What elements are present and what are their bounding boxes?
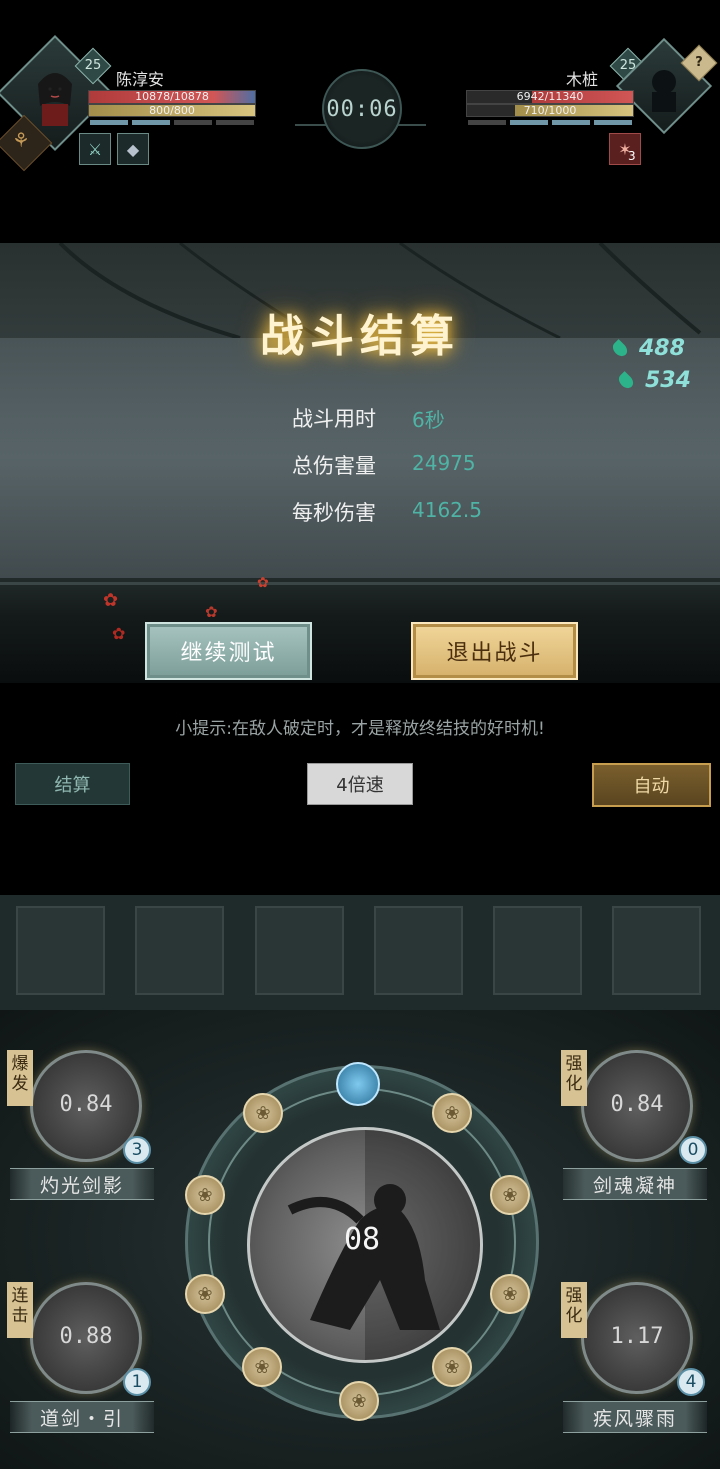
skill-3-count: 1 bbox=[123, 1368, 151, 1396]
player-hp-text: 10878/10878 bbox=[135, 90, 209, 103]
item-slot[interactable] bbox=[16, 906, 105, 995]
skill-3-tag: 连击 bbox=[7, 1282, 33, 1338]
ground-line bbox=[0, 582, 720, 585]
item-slot[interactable] bbox=[493, 906, 582, 995]
settle-button[interactable]: 结算 bbox=[15, 763, 130, 805]
item-slot[interactable] bbox=[374, 906, 463, 995]
stat-label-damage: 总伤害量 bbox=[292, 454, 376, 478]
continue-test-button[interactable]: 继续测试 bbox=[145, 622, 312, 680]
item-slot[interactable] bbox=[135, 906, 224, 995]
enemy-mp-bar: 710/1000 bbox=[466, 104, 634, 117]
skill-2-count: 0 bbox=[679, 1136, 707, 1164]
speed-button[interactable]: 4倍速 bbox=[307, 763, 413, 805]
energy-node: ❀ bbox=[243, 1093, 283, 1133]
sect-emblem-glyph: ⚘ bbox=[12, 128, 30, 152]
stat-value-time: 6秒 bbox=[412, 408, 445, 432]
skill-2-cooldown: 0.84 bbox=[610, 1092, 664, 1117]
skill-2-tag: 强化 bbox=[561, 1050, 587, 1106]
ultimate-cooldown: 08 bbox=[343, 1222, 381, 1257]
maple-leaf-icon: ✿ bbox=[112, 624, 126, 643]
maple-debuff-icon[interactable]: ✶ bbox=[609, 133, 641, 165]
enemy-name: 木桩 bbox=[566, 70, 599, 89]
enemy-hp-text: 6942/11340 bbox=[516, 90, 584, 103]
skill-4-name: 疾风骤雨 bbox=[563, 1401, 707, 1433]
skill-4-tag: 强化 bbox=[561, 1282, 587, 1338]
resource-count-1: 488 bbox=[639, 336, 685, 361]
skill-3-cooldown: 0.88 bbox=[59, 1324, 113, 1349]
player-level: 25 bbox=[84, 58, 102, 73]
battle-timer: 00:06 bbox=[322, 69, 402, 149]
auto-button[interactable]: 自动 bbox=[592, 763, 711, 807]
stat-value-damage: 24975 bbox=[412, 451, 476, 475]
player-mp-text: 800/800 bbox=[149, 104, 195, 117]
question-icon: ? bbox=[695, 55, 703, 70]
player-name: 陈淳安 bbox=[116, 70, 165, 89]
player-hp-bar: 10878/10878 bbox=[88, 90, 256, 104]
enemy-hp-bar: 6942/11340 bbox=[466, 90, 634, 104]
energy-node: ❀ bbox=[432, 1347, 472, 1387]
skill-1-count: 3 bbox=[123, 1136, 151, 1164]
stone-buff-icon[interactable]: ◆ bbox=[117, 133, 149, 165]
skill-2-name: 剑魂凝神 bbox=[563, 1168, 707, 1200]
player-energy-segments bbox=[90, 120, 254, 125]
energy-node: ❀ bbox=[490, 1175, 530, 1215]
player-mp-bar: 800/800 bbox=[88, 104, 256, 117]
maple-leaf-icon: ✿ bbox=[257, 575, 269, 591]
enemy-energy-segments bbox=[468, 120, 632, 125]
energy-node: ❀ bbox=[242, 1347, 282, 1387]
stat-label-time: 战斗用时 bbox=[292, 407, 376, 431]
result-title: 战斗结算 bbox=[260, 311, 460, 362]
tip-text: 小提示:在敌人破定时，才是释放终结技的好时机! bbox=[175, 719, 545, 739]
stat-label-dps: 每秒伤害 bbox=[292, 501, 376, 525]
maple-leaf-icon: ✿ bbox=[103, 590, 119, 611]
energy-node: ❀ bbox=[490, 1274, 530, 1314]
enemy-mp-text: 710/1000 bbox=[523, 104, 577, 117]
skill-3-name: 道剑・引 bbox=[10, 1401, 154, 1433]
item-slot[interactable] bbox=[612, 906, 701, 995]
sword-buff-icon[interactable]: ⚔ bbox=[79, 133, 111, 165]
skill-1-tag: 爆发 bbox=[7, 1050, 33, 1106]
exit-battle-button[interactable]: 退出战斗 bbox=[411, 622, 578, 680]
energy-node: ❀ bbox=[185, 1274, 225, 1314]
energy-node-active bbox=[336, 1062, 380, 1106]
stat-value-dps: 4162.5 bbox=[412, 498, 482, 522]
resource-count-2: 534 bbox=[645, 368, 691, 393]
item-slot[interactable] bbox=[255, 906, 344, 995]
energy-node: ❀ bbox=[339, 1381, 379, 1421]
energy-node: ❀ bbox=[432, 1093, 472, 1133]
skill-1-cooldown: 0.84 bbox=[59, 1092, 113, 1117]
skill-4-count: 4 bbox=[677, 1368, 705, 1396]
skill-4-cooldown: 1.17 bbox=[610, 1324, 664, 1349]
skill-1-name: 灼光剑影 bbox=[10, 1168, 154, 1200]
energy-node: ❀ bbox=[185, 1175, 225, 1215]
maple-leaf-icon: ✿ bbox=[205, 603, 218, 621]
enemy-buff-count: 3 bbox=[628, 149, 636, 163]
